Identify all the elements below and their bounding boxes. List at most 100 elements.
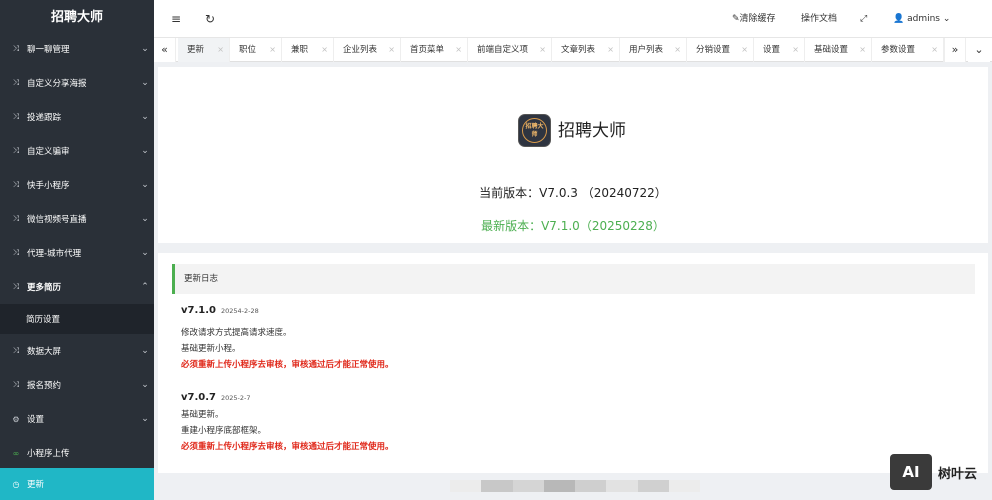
close-icon[interactable]: × bbox=[674, 38, 681, 62]
tab-bar: « 更新 × 职位 × 兼职 × 企业列表 × 首页菜单 × 前端自定义项 × 文章列表 × … bbox=[154, 38, 992, 62]
close-icon[interactable]: × bbox=[607, 38, 614, 62]
close-icon[interactable]: × bbox=[388, 38, 395, 62]
sidebar-item-label: 投递跟踪 bbox=[27, 113, 62, 123]
version-number: v7.0.7 bbox=[181, 392, 216, 403]
chevron-down-icon: ⌄ bbox=[141, 112, 149, 122]
sidebar-item-settings[interactable]: ⚙ 设置 ⌄ bbox=[0, 402, 154, 436]
watermark-badge: AI bbox=[890, 454, 932, 490]
sidebar-item-signup[interactable]: ⤨ 报名预约 ⌄ bbox=[0, 368, 154, 402]
close-icon[interactable]: × bbox=[321, 38, 328, 62]
tab-label: 前端自定义项 bbox=[477, 45, 529, 55]
changelog-title: 更新日志 bbox=[172, 264, 975, 294]
close-icon[interactable]: × bbox=[455, 38, 462, 62]
chevron-down-icon: ⌄ bbox=[141, 180, 149, 190]
close-icon[interactable]: × bbox=[269, 38, 276, 62]
tab-label: 更新 bbox=[187, 45, 205, 55]
user-name: admins bbox=[907, 14, 940, 24]
sidebar-item-update[interactable]: ◷ 更新 bbox=[0, 468, 154, 500]
sidebar-item-upload-miniprogram[interactable]: ∞ 小程序上传 bbox=[0, 436, 154, 470]
sidebar-item-label: 更新 bbox=[27, 480, 45, 490]
close-icon[interactable]: × bbox=[539, 38, 546, 62]
close-icon[interactable]: × bbox=[859, 38, 866, 62]
shuffle-icon: ⤨ bbox=[12, 146, 20, 155]
menu-toggle-icon[interactable]: ≡ bbox=[171, 0, 181, 38]
tab-home-menu[interactable]: 首页菜单 × bbox=[401, 38, 468, 62]
tab-settings[interactable]: 设置 × bbox=[754, 38, 805, 62]
sidebar-item-custom-review[interactable]: ⤨ 自定义骗审 ⌄ bbox=[0, 134, 154, 168]
chevron-down-icon: ⌄ bbox=[942, 14, 951, 24]
tab-company-list[interactable]: 企业列表 × bbox=[334, 38, 401, 62]
sidebar-item-city-agent[interactable]: ⤨ 代理-城市代理 ⌄ bbox=[0, 236, 154, 270]
tabs-list: 更新 × 职位 × 兼职 × 企业列表 × 首页菜单 × 前端自定义项 × 文章列表 × 用户… bbox=[178, 38, 944, 62]
current-version: 当前版本：V7.0.3 （20240722） bbox=[479, 186, 667, 200]
chevron-down-icon: ⌄ bbox=[141, 44, 149, 54]
refresh-icon[interactable]: ↻ bbox=[205, 0, 215, 38]
tab-param-settings[interactable]: 参数设置 × bbox=[872, 38, 944, 62]
app-logo-title: 招聘大师 bbox=[50, 10, 103, 25]
tab-basic-settings[interactable]: 基础设置 × bbox=[805, 38, 872, 62]
version-date: 2025-2-7 bbox=[221, 394, 251, 402]
docs-button[interactable]: 操作文档 bbox=[801, 0, 837, 38]
chevron-down-icon: ⌄ bbox=[141, 214, 149, 224]
chevron-down-icon: ⌄ bbox=[141, 346, 149, 356]
tab-label: 用户列表 bbox=[629, 45, 664, 55]
shuffle-icon: ⤨ bbox=[12, 282, 20, 291]
tab-label: 文章列表 bbox=[561, 45, 596, 55]
sidebar-item-delivery-track[interactable]: ⤨ 投递跟踪 ⌄ bbox=[0, 100, 154, 134]
changelog-line: 基础更新小程。 bbox=[181, 344, 241, 354]
tab-label: 参数设置 bbox=[881, 45, 916, 55]
shuffle-icon: ⤨ bbox=[12, 180, 20, 189]
sidebar-item-label: 设置 bbox=[27, 415, 45, 425]
tab-part-time[interactable]: 兼职 × bbox=[282, 38, 334, 62]
app-logo-text: 招聘大师 bbox=[522, 118, 547, 143]
tab-label: 基础设置 bbox=[814, 45, 849, 55]
chevron-down-icon: ⌄ bbox=[141, 380, 149, 390]
sidebar-item-label: 微信视频号直播 bbox=[27, 215, 87, 225]
sidebar-item-label: 自定义分享海报 bbox=[27, 79, 87, 89]
sidebar-item-label: 自定义骗审 bbox=[27, 147, 70, 157]
close-icon[interactable]: × bbox=[217, 38, 224, 62]
changelog-version: v7.0.7 2025-2-7 bbox=[181, 392, 251, 403]
tab-frontend-custom[interactable]: 前端自定义项 × bbox=[468, 38, 552, 62]
sidebar-item-data-screen[interactable]: ⤨ 数据大屏 ⌄ bbox=[0, 334, 154, 368]
shuffle-icon: ⤨ bbox=[12, 248, 20, 257]
changelog-warning: 必须重新上传小程序去审核，审核通过后才能正常使用。 bbox=[181, 360, 394, 370]
sidebar-item-label: 更多简历 bbox=[27, 283, 62, 293]
changelog-warning: 必须重新上传小程序去审核，审核通过后才能正常使用。 bbox=[181, 442, 394, 452]
tab-distribution-settings[interactable]: 分销设置 × bbox=[687, 38, 754, 62]
tab-update[interactable]: 更新 × bbox=[178, 38, 230, 62]
tab-label: 分销设置 bbox=[696, 45, 731, 55]
version-number: v7.1.0 bbox=[181, 305, 216, 316]
fullscreen-icon[interactable]: ⤢ bbox=[860, 0, 867, 38]
tab-article-list[interactable]: 文章列表 × bbox=[552, 38, 620, 62]
tab-jobs[interactable]: 职位 × bbox=[230, 38, 282, 62]
user-icon: 👤 bbox=[893, 14, 905, 24]
sidebar: 招聘大师 ⤨ 聊一聊管理 ⌄ ⤨ 自定义分享海报 ⌄ ⤨ 投递跟踪 ⌄ ⤨ 自定… bbox=[0, 0, 154, 500]
user-menu[interactable]: 👤 admins ⌄ bbox=[893, 0, 950, 38]
close-icon[interactable]: × bbox=[741, 38, 748, 62]
sidebar-item-share-poster[interactable]: ⤨ 自定义分享海报 ⌄ bbox=[0, 66, 154, 100]
tab-label: 首页菜单 bbox=[410, 45, 445, 55]
tab-user-list[interactable]: 用户列表 × bbox=[620, 38, 687, 62]
clear-cache-label: 清除缓存 bbox=[739, 14, 776, 24]
tab-label: 企业列表 bbox=[343, 45, 378, 55]
sidebar-item-label: 代理-城市代理 bbox=[27, 249, 82, 259]
tabs-scroll-left-icon[interactable]: « bbox=[154, 38, 176, 62]
sidebar-item-wechat-live[interactable]: ⤨ 微信视频号直播 ⌄ bbox=[0, 202, 154, 236]
sidebar-item-chat[interactable]: ⤨ 聊一聊管理 ⌄ bbox=[0, 32, 154, 66]
tabs-dropdown-icon[interactable]: ⌄ bbox=[968, 38, 990, 62]
sidebar-subitem-resume-settings[interactable]: 简历设置 bbox=[0, 304, 154, 334]
tab-label: 职位 bbox=[239, 45, 257, 55]
gear-icon: ⚙ bbox=[12, 414, 20, 424]
chevron-down-icon: ⌄ bbox=[141, 248, 149, 258]
close-icon[interactable]: × bbox=[792, 38, 799, 62]
sidebar-item-label: 聊一聊管理 bbox=[27, 45, 70, 55]
tabs-scroll-right-icon[interactable]: » bbox=[944, 38, 966, 62]
changelog-line: 重建小程序底部框架。 bbox=[181, 426, 267, 436]
close-icon[interactable]: × bbox=[931, 38, 938, 62]
changelog-line: 修改请求方式提高请求速度。 bbox=[181, 328, 292, 338]
sidebar-item-kuaishou[interactable]: ⤨ 快手小程序 ⌄ bbox=[0, 168, 154, 202]
sidebar-item-more-resume[interactable]: ⤨ 更多简历 ⌃ bbox=[0, 270, 154, 304]
clear-cache-button[interactable]: ✎清除缓存 bbox=[732, 0, 776, 38]
shuffle-icon: ⤨ bbox=[12, 346, 20, 355]
